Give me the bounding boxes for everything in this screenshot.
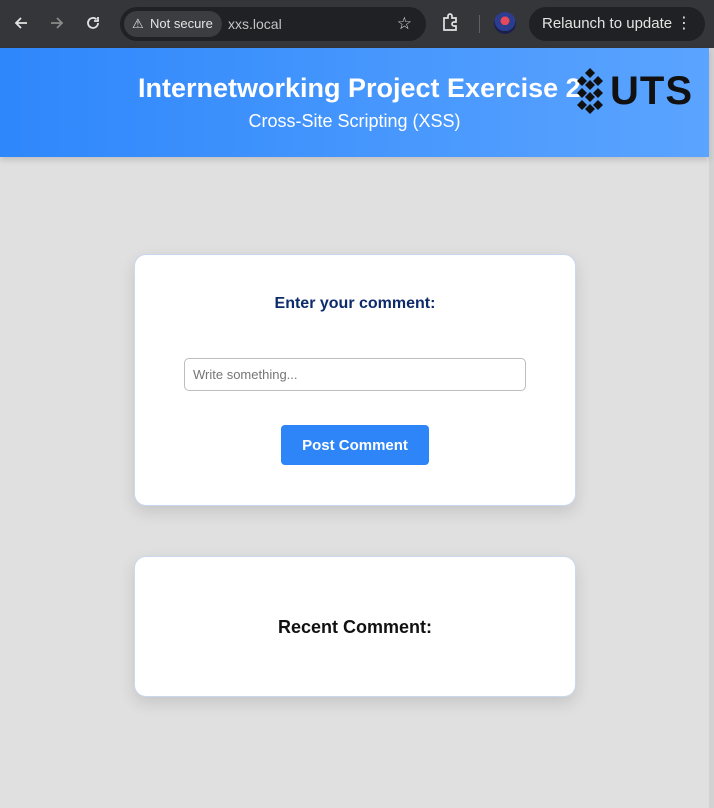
toolbar-divider (479, 15, 480, 33)
url-text[interactable]: xxs.local (228, 7, 282, 41)
comment-form-heading: Enter your comment: (274, 295, 436, 312)
arrow-left-icon (14, 17, 27, 29)
address-bar[interactable]: ⚠ Not secure xxs.local ☆ (120, 7, 426, 41)
relaunch-label: Relaunch to update (542, 15, 673, 32)
comment-form-card: Enter your comment: Post Comment (134, 254, 576, 506)
page-subtitle: Cross-Site Scripting (XSS) (248, 111, 461, 131)
uts-logo-mark (577, 68, 603, 114)
uts-logo-text: UTS (610, 69, 693, 113)
extensions-button[interactable] (440, 11, 464, 35)
puzzle-icon (443, 13, 457, 31)
forward-button[interactable] (44, 10, 70, 36)
page-title: Internetworking Project Exercise 2 (138, 73, 581, 103)
window-edge (709, 48, 714, 808)
bookmark-star-icon[interactable]: ☆ (397, 7, 412, 41)
profile-avatar[interactable] (494, 12, 516, 34)
warning-icon: ⚠ (132, 16, 144, 31)
arrow-right-icon (51, 17, 64, 29)
comment-input[interactable] (184, 358, 526, 391)
more-menu-icon[interactable]: ⋮ (676, 7, 692, 41)
recent-comment-heading: Recent Comment: (277, 617, 433, 637)
page-header: Internetworking Project Exercise 2 Cross… (0, 48, 709, 157)
recent-comment-card: Recent Comment: (134, 556, 576, 697)
browser-toolbar: ⚠ Not secure xxs.local ☆ Relaunch to upda… (0, 0, 714, 48)
security-chip[interactable]: ⚠ Not secure (124, 11, 222, 37)
reload-button[interactable] (80, 10, 106, 36)
back-button[interactable] (8, 10, 34, 36)
security-label: Not secure (150, 16, 213, 31)
post-comment-button[interactable]: Post Comment (281, 425, 429, 465)
reload-icon (87, 17, 99, 29)
relaunch-button[interactable]: Relaunch to update ⋮ (529, 7, 705, 41)
